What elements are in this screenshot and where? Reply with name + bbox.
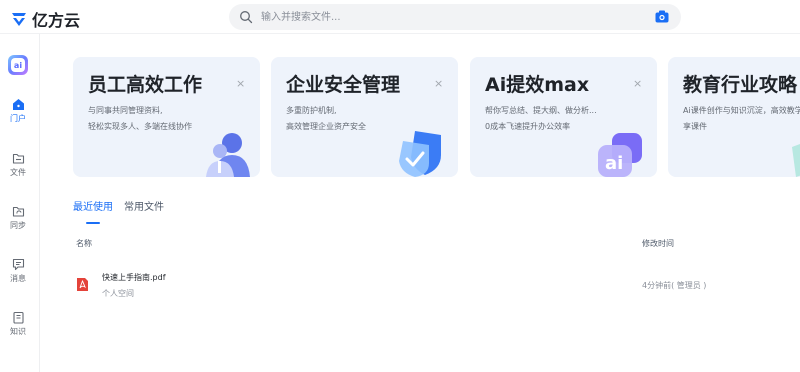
sidebar-item-knowledge[interactable]: 知识 (0, 311, 36, 337)
sidebar-item-label: 同步 (10, 221, 26, 230)
svg-text:ai: ai (605, 153, 623, 174)
sidebar-item-label: 消息 (10, 274, 26, 283)
card-description: 多重防护机制, (286, 106, 337, 115)
card-title: 教育行业攻略 (683, 74, 798, 96)
pdf-icon (77, 278, 88, 291)
card-description: Ai课件创作与知识沉淀，高效教学 (683, 106, 800, 115)
people-illustration-icon (206, 133, 250, 177)
close-icon[interactable]: × (633, 78, 642, 89)
column-header-modified[interactable]: 修改时间 (642, 239, 674, 249)
sidebar: ai 门户 文件 同步 消息 知识 (0, 34, 40, 372)
promo-card-employee[interactable]: 员工高效工作 与同事共同管理资料, 轻松实现多人、多端在线协作 × (73, 57, 260, 177)
close-icon[interactable]: × (434, 78, 443, 89)
file-location: 个人空间 (102, 289, 134, 298)
ai-illustration-icon: ai (598, 133, 642, 177)
ai-icon: ai (11, 58, 25, 72)
sidebar-item-messages[interactable]: 消息 (0, 258, 36, 284)
top-bar: 亿方云 (0, 0, 800, 34)
tab-frequent[interactable]: 常用文件 (124, 202, 164, 214)
card-title: 员工高效工作 (88, 74, 203, 96)
message-icon (12, 258, 24, 271)
close-icon[interactable]: × (236, 78, 245, 89)
promo-card-security[interactable]: 企业安全管理 多重防护机制, 高效管理企业资产安全 × (271, 57, 458, 177)
promo-card-education[interactable]: 教育行业攻略 Ai课件创作与知识沉淀，高效教学 享课件 (668, 57, 800, 177)
card-description: 与同事共同管理资料, (88, 106, 163, 115)
ai-assistant-button[interactable]: ai (8, 55, 28, 75)
card-title: 企业安全管理 (286, 74, 401, 96)
card-description: 高效管理企业资产安全 (286, 122, 366, 131)
card-description: 轻松实现多人、多端在线协作 (88, 122, 192, 131)
column-header-name[interactable]: 名称 (76, 239, 92, 249)
shield-illustration-icon (399, 131, 441, 177)
search-bar[interactable] (229, 4, 681, 30)
search-input[interactable] (261, 7, 641, 27)
sidebar-item-files[interactable]: 文件 (0, 152, 36, 178)
promo-card-ai[interactable]: Ai提效max 帮你写总结、提大纲、做分析... 0成本飞速提升办公效率 × a… (470, 57, 657, 177)
file-modified-time: 4分钟前( 管理员 ) (642, 281, 707, 290)
knowledge-icon (12, 311, 24, 324)
card-description: 0成本飞速提升办公效率 (485, 122, 571, 131)
active-tab-indicator (86, 222, 100, 224)
app-logo[interactable]: 亿方云 (9, 7, 80, 31)
home-icon (12, 99, 24, 110)
sidebar-item-label: 门户 (10, 114, 26, 123)
app-name: 亿方云 (32, 11, 81, 30)
sidebar-item-label: 文件 (10, 168, 26, 177)
sidebar-item-label: 知识 (10, 327, 26, 336)
table-row[interactable]: 快速上手指南.pdf 个人空间 4分钟前( 管理员 ) (64, 266, 800, 306)
sync-icon (12, 206, 24, 217)
search-icon (240, 11, 253, 24)
file-name[interactable]: 快速上手指南.pdf (102, 273, 166, 283)
logo-icon (12, 13, 26, 26)
tab-recent[interactable]: 最近使用 (73, 202, 113, 214)
sidebar-item-portal[interactable]: 门户 (0, 98, 36, 124)
card-description: 享课件 (683, 122, 707, 131)
card-description: 帮你写总结、提大纲、做分析... (485, 106, 597, 115)
edu-illustration-icon (792, 144, 800, 177)
file-icon (12, 153, 24, 164)
card-title: Ai提效max (485, 74, 590, 96)
sidebar-item-sync[interactable]: 同步 (0, 205, 36, 231)
camera-icon[interactable] (655, 10, 669, 23)
